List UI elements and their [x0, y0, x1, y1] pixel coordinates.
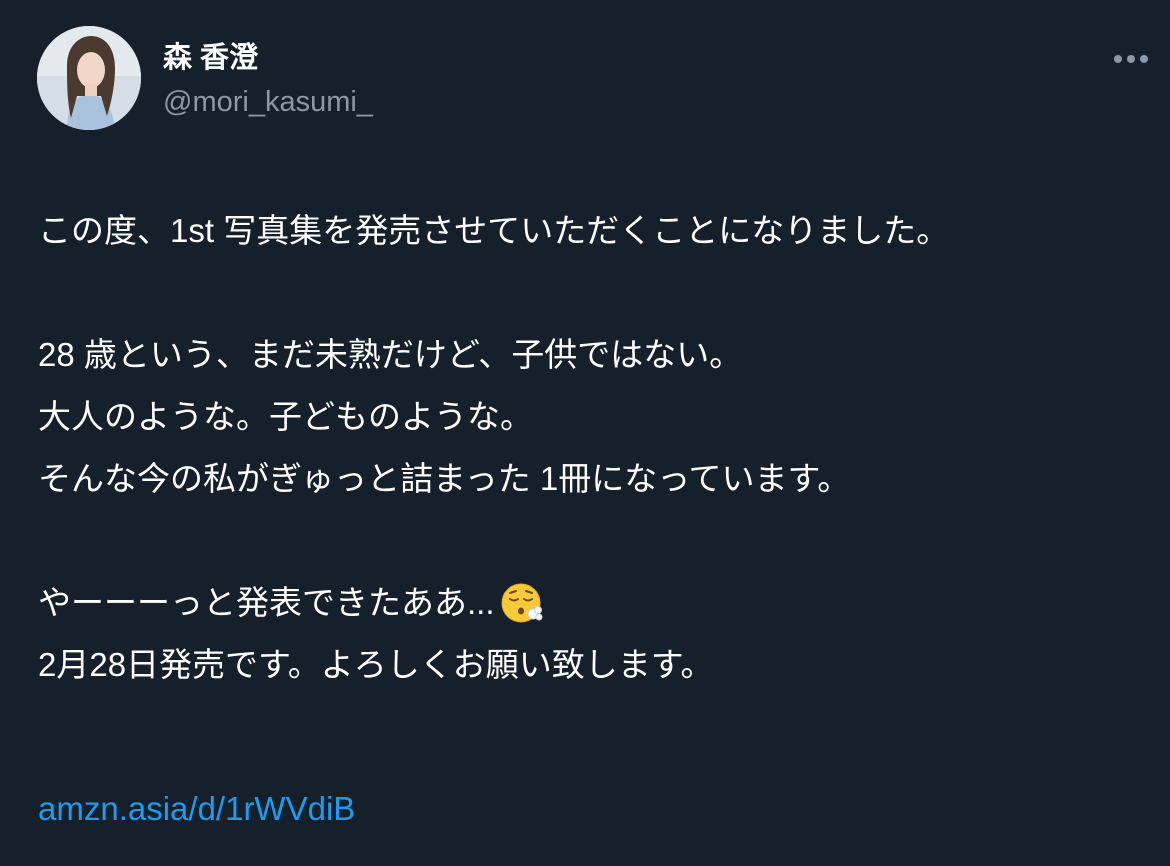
avatar-photo — [37, 26, 141, 130]
avatar[interactable] — [37, 26, 141, 130]
link-container: amzn.asia/d/1rWVdiB — [38, 778, 355, 840]
tweet-line-with-emoji: やーーーっと発表できたああ... — [38, 572, 1138, 634]
more-horizontal-icon — [1114, 55, 1148, 63]
tweet-line-text: やーーーっと発表できたああ... — [38, 584, 495, 621]
tweet-card: 森 香澄 @mori_kasumi_ この度、1st 写真集を発売させていただく… — [0, 0, 1170, 866]
display-name[interactable]: 森 香澄 — [163, 40, 258, 76]
face-exhaling-emoji — [499, 580, 545, 626]
product-link[interactable]: amzn.asia/d/1rWVdiB — [38, 790, 355, 827]
tweet-line: 28 歳という、まだ未熟だけど、子供ではない。 — [38, 336, 743, 373]
more-options-button[interactable] — [1108, 46, 1154, 72]
tweet-text: この度、1st 写真集を発売させていただくことになりました。 28 歳という、ま… — [38, 200, 1138, 696]
tweet-line: 2月28日発売です。よろしくお願い致します。 — [38, 646, 714, 683]
tweet-line: この度、1st 写真集を発売させていただくことになりました。 — [38, 212, 950, 249]
user-handle[interactable]: @mori_kasumi_ — [163, 84, 373, 120]
tweet-line: そんな今の私がぎゅっと詰まった 1冊になっています。 — [38, 460, 851, 497]
tweet-line: 大人のような。子どものような。 — [38, 398, 533, 435]
